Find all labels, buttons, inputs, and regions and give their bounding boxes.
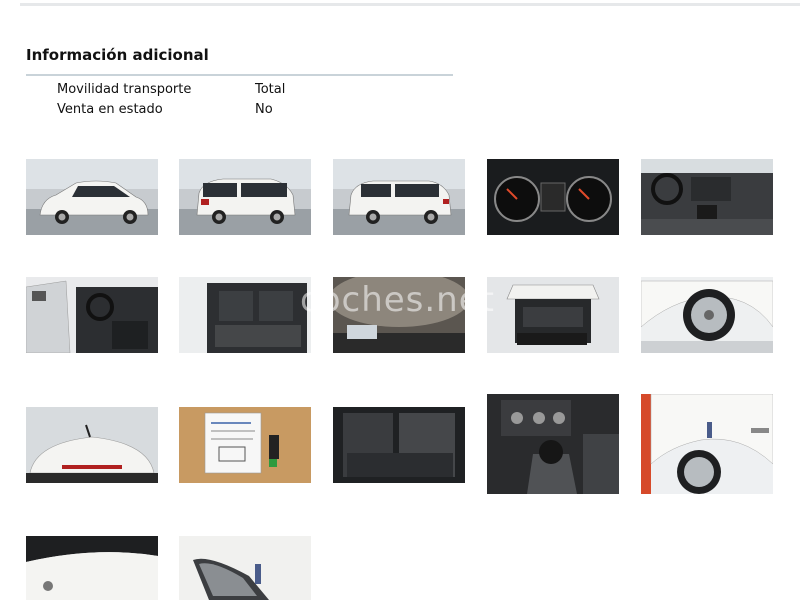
car-front-image — [26, 159, 158, 235]
instrument-cluster-image — [487, 159, 619, 235]
info-value: Total — [255, 82, 286, 97]
rear-wheel-side-image — [641, 394, 773, 494]
hood-image — [26, 536, 158, 600]
photo-thumbnail-car-front[interactable] — [26, 159, 158, 235]
photo-thumbnail-driver-door[interactable] — [26, 277, 158, 353]
dashboard-image — [641, 159, 773, 235]
photo-thumbnail-roof-antenna[interactable] — [26, 407, 158, 483]
photo-thumbnail-headlight[interactable] — [179, 536, 311, 600]
rear-seat-detail-image — [333, 407, 465, 483]
info-value: No — [255, 102, 273, 117]
photo-thumbnail-keys-documents[interactable] — [179, 407, 311, 483]
headlight-image — [179, 536, 311, 600]
car-rear-image-2 — [333, 159, 465, 235]
photo-thumbnail-hood[interactable] — [26, 536, 158, 600]
photo-thumbnail-instrument-cluster[interactable] — [487, 159, 619, 235]
photo-thumbnail-wheel[interactable] — [641, 277, 773, 353]
rear-seats-image — [179, 277, 311, 353]
section-title-underline — [26, 74, 453, 76]
info-label: Movilidad transporte — [57, 82, 192, 97]
keys-documents-image — [179, 407, 311, 483]
photo-thumbnail-rear-wheel-side[interactable] — [641, 394, 773, 494]
top-divider — [20, 3, 800, 6]
driver-door-image — [26, 277, 158, 353]
headliner-image — [333, 277, 465, 353]
photo-thumbnail-open-trunk[interactable] — [487, 277, 619, 353]
roof-antenna-image — [26, 407, 158, 483]
photo-thumbnail-car-rear[interactable] — [179, 159, 311, 235]
car-rear-image — [179, 159, 311, 235]
photo-thumbnail-headliner[interactable] — [333, 277, 465, 353]
wheel-image — [641, 277, 773, 353]
photo-thumbnail-gear-shifter[interactable] — [487, 394, 619, 494]
info-label: Venta en estado — [57, 102, 163, 117]
gear-shifter-image — [487, 394, 619, 494]
photo-thumbnail-dashboard[interactable] — [641, 159, 773, 235]
open-trunk-image — [487, 277, 619, 353]
section-title: Información adicional — [26, 46, 209, 64]
photo-thumbnail-rear-seat-detail[interactable] — [333, 407, 465, 483]
photo-thumbnail-rear-seats[interactable] — [179, 277, 311, 353]
photo-thumbnail-car-rear-2[interactable] — [333, 159, 465, 235]
